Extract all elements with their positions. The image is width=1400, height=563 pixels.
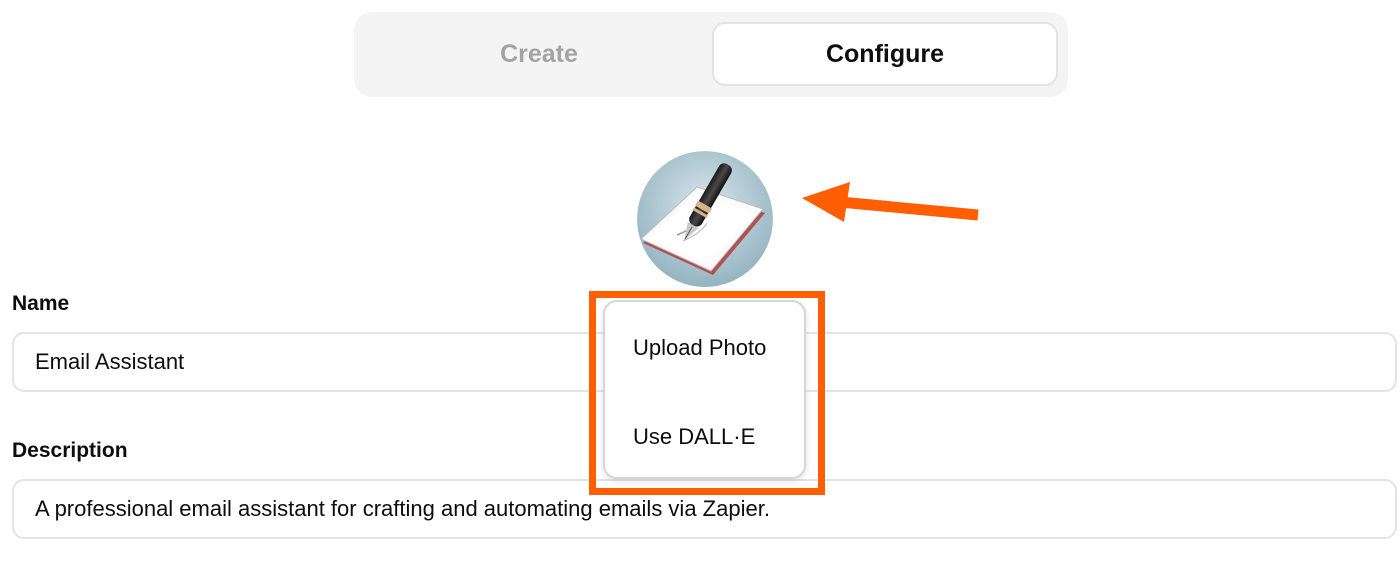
- gpt-avatar-button[interactable]: [637, 151, 773, 287]
- tab-configure[interactable]: Configure: [712, 22, 1058, 86]
- tab-create[interactable]: Create: [366, 22, 712, 86]
- upload-photo-menu-item[interactable]: Upload Photo: [633, 335, 766, 361]
- gpt-editor-page: Create Configure Name Email Assistant De…: [0, 0, 1400, 563]
- use-dalle-menu-item[interactable]: Use DALL·E: [633, 424, 755, 450]
- description-input[interactable]: [12, 479, 1397, 539]
- annotation-arrow: [802, 182, 979, 222]
- name-label: Name: [12, 292, 70, 315]
- mode-tabs: Create Configure: [354, 12, 1068, 97]
- avatar-options-menu: Upload Photo Use DALL·E: [603, 300, 806, 479]
- description-label: Description: [12, 439, 128, 462]
- pen-and-notepad-icon: [637, 151, 773, 287]
